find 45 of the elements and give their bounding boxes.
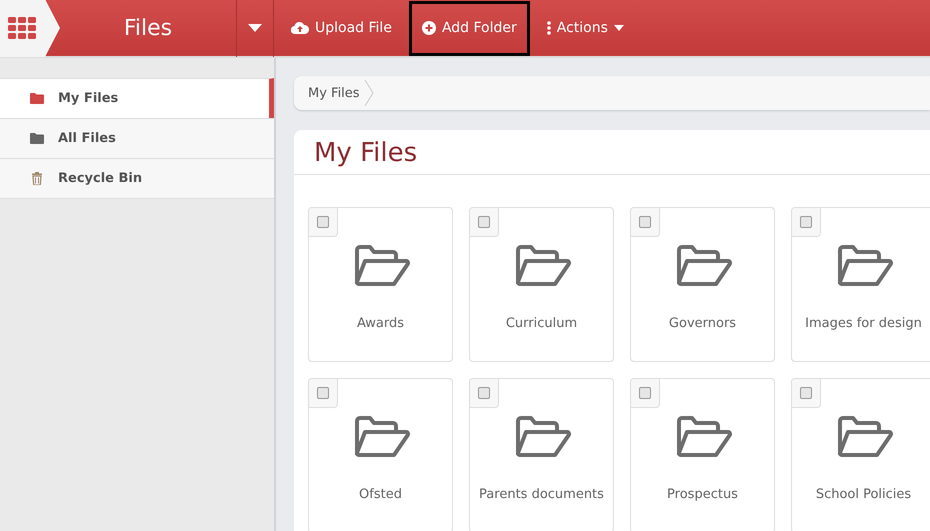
checkbox[interactable] <box>317 387 329 399</box>
caret-icon <box>248 24 262 32</box>
folder-tile[interactable]: Curriculum <box>469 207 614 362</box>
folder-name: Ofsted <box>359 487 402 502</box>
checkbox[interactable] <box>800 387 812 399</box>
chevron-icon <box>364 80 374 106</box>
plus-circle-icon <box>422 21 436 35</box>
folder-name: Awards <box>356 316 404 331</box>
checkbox[interactable] <box>639 387 651 399</box>
folder-tile[interactable]: Prospectus <box>630 378 775 531</box>
folder-tile[interactable]: Ofsted <box>308 378 453 531</box>
actions-button[interactable]: Actions <box>534 0 637 56</box>
folder-name: Images for design <box>805 316 922 331</box>
folder-name: Governors <box>668 316 736 331</box>
apps-button[interactable] <box>0 0 60 57</box>
checkbox[interactable] <box>800 216 812 228</box>
folder-icon <box>30 93 44 104</box>
app-grid-icon <box>8 17 36 39</box>
app-title: Files <box>122 16 174 40</box>
cloud-upload-icon <box>291 21 309 35</box>
sidebar-item[interactable]: All Files <box>0 118 274 158</box>
add-folder-button[interactable]: Add Folder <box>408 0 530 56</box>
sidebar-item[interactable]: Recycle Bin <box>0 158 274 199</box>
upload-file-button[interactable]: Upload File <box>278 0 405 56</box>
folder-tile[interactable]: Awards <box>308 207 453 362</box>
caret-icon <box>614 25 624 31</box>
checkbox[interactable] <box>317 216 329 228</box>
vertical-dots-icon <box>546 21 551 35</box>
checkbox[interactable] <box>478 216 490 228</box>
folder-tile[interactable]: School Policies <box>791 378 930 531</box>
checkbox[interactable] <box>639 216 651 228</box>
dropdown-button[interactable] <box>236 0 274 57</box>
breadcrumb-link[interactable]: My Files <box>308 86 360 100</box>
checkbox[interactable] <box>478 387 490 399</box>
folder-icon <box>30 133 44 144</box>
folder-name: School Policies <box>816 487 912 502</box>
sidebar-item[interactable]: My Files <box>0 78 274 118</box>
trash-icon <box>30 172 44 185</box>
page-heading: My Files <box>294 130 930 175</box>
folder-tile[interactable]: Governors <box>630 207 775 362</box>
folder-tile[interactable]: Parents documents <box>469 378 614 531</box>
folder-name: Curriculum <box>506 316 578 331</box>
folder-name: Parents documents <box>479 487 604 502</box>
folder-tile[interactable]: Images for design <box>791 207 930 362</box>
folder-name: Prospectus <box>667 487 738 502</box>
